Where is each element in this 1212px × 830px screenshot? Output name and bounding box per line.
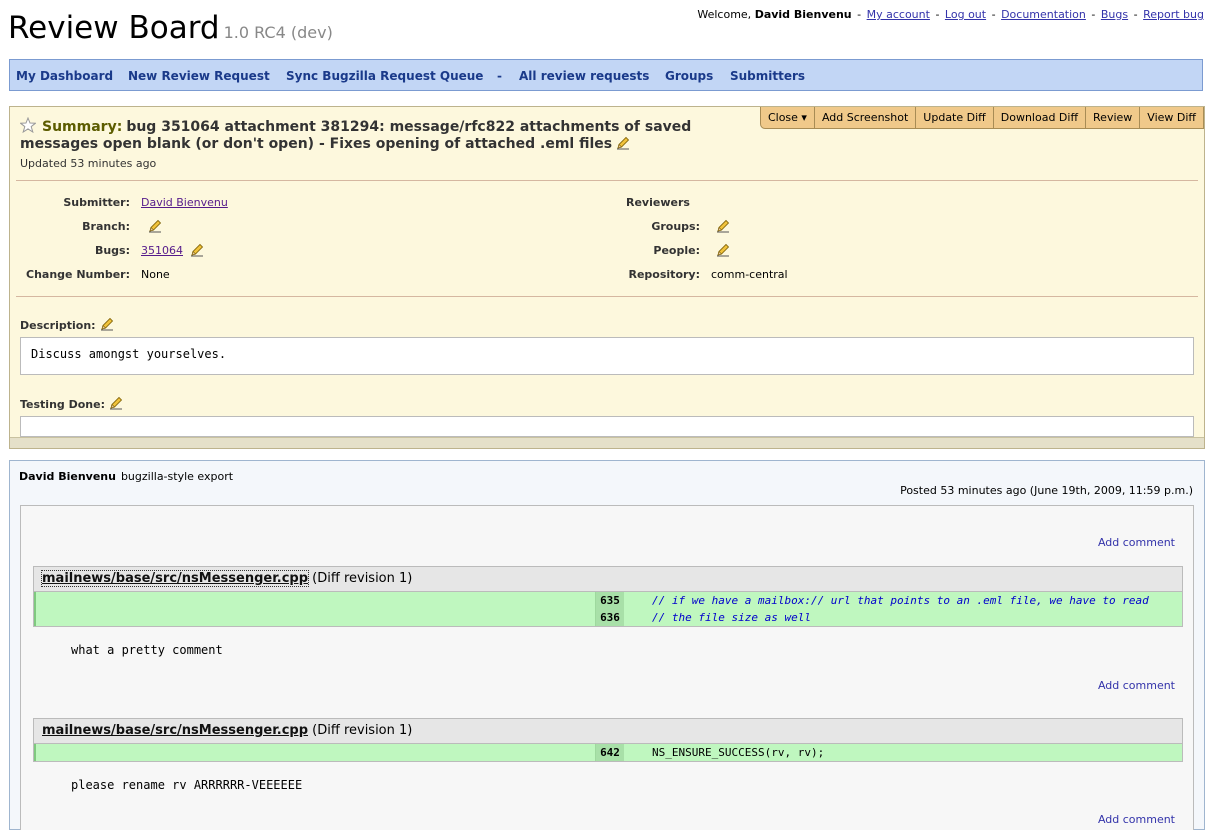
description-label: Description:	[20, 317, 114, 332]
pencil-icon[interactable]	[716, 243, 730, 257]
separator: -	[935, 8, 940, 21]
groups-label: Groups:	[651, 220, 700, 233]
divider	[16, 180, 1198, 181]
testing-done-text	[20, 416, 1194, 437]
diff-header: mailnews/base/src/nsMessenger.cpp (Diff …	[34, 719, 1182, 744]
view-diff-button[interactable]: View Diff	[1139, 107, 1204, 129]
logo[interactable]: Review Board 1.0 RC4 (dev)	[8, 10, 333, 46]
line-number: 635	[596, 592, 624, 609]
diff-header: mailnews/base/src/nsMessenger.cpp (Diff …	[34, 567, 1182, 592]
nav-my-dashboard[interactable]: My Dashboard	[16, 69, 113, 83]
pencil-icon[interactable]	[100, 317, 114, 331]
diff-file-link[interactable]: mailnews/base/src/nsMessenger.cpp	[42, 723, 308, 738]
separator: -	[1133, 8, 1138, 21]
box-footer	[10, 437, 1204, 448]
reviewers-heading: Reviewers	[626, 196, 690, 209]
updated-timestamp: Updated 53 minutes ago	[20, 157, 157, 170]
nav-separator: -	[497, 69, 502, 83]
diff-revision: (Diff revision 1)	[312, 571, 413, 586]
review-comment: please rename rv ARRRRRR-VEEEEEE	[71, 778, 303, 792]
branch-label: Branch:	[82, 220, 130, 233]
diff-file-link[interactable]: mailnews/base/src/nsMessenger.cpp	[40, 570, 310, 587]
pencil-icon[interactable]	[109, 396, 123, 410]
description-label-text: Description:	[20, 319, 96, 332]
nav-sync-bugzilla-queue[interactable]: Sync Bugzilla Request Queue	[286, 69, 483, 83]
code-line: // the file size as well	[652, 611, 811, 624]
review-body: Add comment mailnews/base/src/nsMessenge…	[20, 505, 1194, 830]
submitter-link[interactable]: David Bienvenu	[141, 196, 228, 209]
diff-line: 636 // the file size as well	[34, 609, 1182, 626]
description-text: Discuss amongst yourselves.	[20, 337, 1194, 375]
pencil-icon[interactable]	[148, 219, 162, 233]
repository-value: comm-central	[711, 268, 788, 281]
add-screenshot-button[interactable]: Add Screenshot	[813, 107, 917, 129]
review-comment: what a pretty comment	[71, 643, 223, 657]
bug-link[interactable]: 351064	[141, 244, 183, 257]
review-header: David Bienvenu bugzilla-style export	[19, 470, 233, 483]
diff-line: 635 // if we have a mailbox:// url that …	[34, 592, 1182, 609]
change-number-value: None	[141, 268, 170, 281]
diff-left-pane	[34, 592, 596, 609]
diff-revision: (Diff revision 1)	[312, 723, 413, 738]
summary-label: Summary:	[42, 119, 123, 135]
bugs-label: Bugs:	[94, 244, 130, 257]
report-bug-link[interactable]: Report bug	[1143, 8, 1204, 21]
welcome-prefix: Welcome,	[697, 8, 752, 21]
add-comment-link[interactable]: Add comment	[1098, 679, 1175, 692]
separator: -	[857, 8, 862, 21]
diff-left-pane	[34, 744, 596, 761]
documentation-link[interactable]: Documentation	[1001, 8, 1086, 21]
summary-line: Summary: bug 351064 attachment 381294: me…	[20, 117, 720, 153]
diff-left-pane	[34, 609, 596, 626]
separator: -	[1091, 8, 1096, 21]
review-title: bugzilla-style export	[120, 470, 234, 483]
code-line: NS_ENSURE_SUCCESS(rv, rv);	[652, 746, 825, 759]
close-button[interactable]: Close ▾	[759, 107, 815, 129]
people-label: People:	[653, 244, 700, 257]
add-comment-link[interactable]: Add comment	[1098, 536, 1175, 549]
pencil-icon[interactable]	[616, 136, 630, 150]
review-button[interactable]: Review	[1085, 107, 1141, 129]
pencil-icon[interactable]	[716, 219, 730, 233]
nav-all-review-requests[interactable]: All review requests	[519, 69, 649, 83]
nav-submitters[interactable]: Submitters	[730, 69, 805, 83]
nav-groups[interactable]: Groups	[665, 69, 713, 83]
logo-text[interactable]: Review Board	[8, 10, 220, 46]
posted-timestamp: Posted 53 minutes ago (June 19th, 2009, …	[900, 484, 1193, 497]
diff-fragment: mailnews/base/src/nsMessenger.cpp (Diff …	[33, 718, 1183, 762]
header: Review Board 1.0 RC4 (dev) Welcome, David…	[0, 0, 1212, 58]
review-box: David Bienvenu bugzilla-style export Post…	[9, 460, 1205, 830]
update-diff-button[interactable]: Update Diff	[915, 107, 994, 129]
line-number: 636	[596, 609, 624, 626]
line-number: 642	[596, 744, 624, 761]
bugs-link[interactable]: Bugs	[1101, 8, 1128, 21]
submitter-label: Submitter:	[63, 196, 130, 209]
divider	[16, 296, 1198, 297]
log-out-link[interactable]: Log out	[945, 8, 986, 21]
diff-line: 642 NS_ENSURE_SUCCESS(rv, rv);	[34, 744, 1182, 761]
repository-label: Repository:	[628, 268, 701, 281]
review-request-box: Close ▾ Add Screenshot Update Diff Downl…	[9, 106, 1205, 449]
change-number-label: Change Number:	[26, 268, 130, 281]
reviewer-name: David Bienvenu	[19, 470, 116, 483]
star-icon[interactable]	[20, 117, 36, 133]
testing-done-label: Testing Done:	[20, 396, 123, 411]
my-account-link[interactable]: My account	[867, 8, 930, 21]
version-label: 1.0 RC4 (dev)	[223, 23, 333, 42]
testing-done-label-text: Testing Done:	[20, 398, 105, 411]
pencil-icon[interactable]	[190, 243, 204, 257]
diff-fragment: mailnews/base/src/nsMessenger.cpp (Diff …	[33, 566, 1183, 627]
download-diff-button[interactable]: Download Diff	[992, 107, 1087, 129]
action-bar: Close ▾ Add Screenshot Update Diff Downl…	[759, 107, 1204, 129]
code-line: // if we have a mailbox:// url that poin…	[652, 594, 1149, 607]
welcome-user: David Bienvenu	[754, 8, 852, 21]
account-bar: Welcome, David Bienvenu - My account - L…	[697, 8, 1204, 21]
navbar: My Dashboard New Review Request Sync Bug…	[9, 59, 1203, 91]
nav-new-review-request[interactable]: New Review Request	[128, 69, 270, 83]
separator: -	[991, 8, 996, 21]
